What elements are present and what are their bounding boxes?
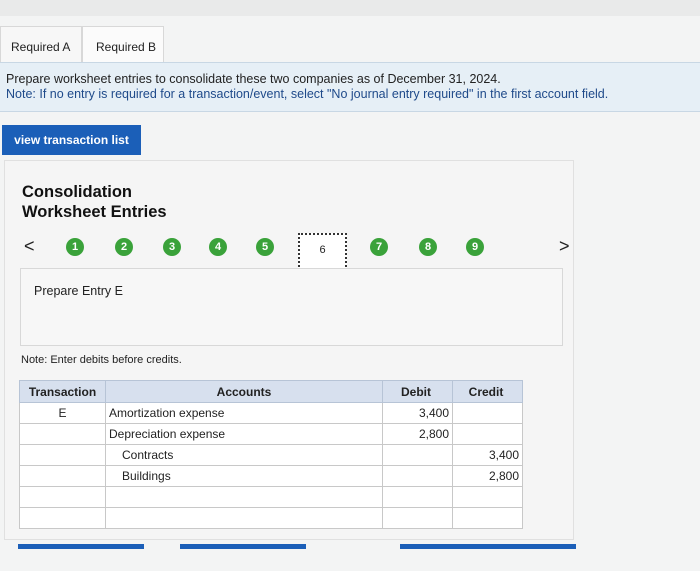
credit-input[interactable]: 2,800 xyxy=(452,465,523,487)
step-7[interactable]: 7 xyxy=(370,238,388,256)
step-1[interactable]: 1 xyxy=(66,238,84,256)
transaction-cell: E xyxy=(19,402,106,424)
nav-prev-icon[interactable]: < xyxy=(24,236,35,257)
nav-next-icon[interactable]: > xyxy=(559,236,570,257)
clear-entry-button-bar[interactable] xyxy=(180,544,306,549)
instructions-text: Prepare worksheet entries to consolidate… xyxy=(6,72,501,86)
step-8[interactable]: 8 xyxy=(419,238,437,256)
worksheet-table: Transaction Accounts Debit Credit E Amor… xyxy=(19,380,523,529)
transaction-cell xyxy=(19,507,106,529)
transaction-cell xyxy=(19,423,106,445)
step-3[interactable]: 3 xyxy=(163,238,181,256)
record-entry-button-bar[interactable] xyxy=(18,544,144,549)
credit-input[interactable] xyxy=(452,486,523,508)
transaction-cell xyxy=(19,444,106,466)
table-row xyxy=(19,486,523,508)
table-row: E Amortization expense 3,400 xyxy=(19,402,523,424)
account-select[interactable]: Contracts xyxy=(105,444,383,466)
instructions-banner: Prepare worksheet entries to consolidate… xyxy=(0,62,700,112)
account-select[interactable]: Depreciation expense xyxy=(105,423,383,445)
table-row xyxy=(19,507,523,529)
debit-input[interactable]: 2,800 xyxy=(382,423,453,445)
top-band xyxy=(0,0,700,16)
step-4[interactable]: 4 xyxy=(209,238,227,256)
credit-input[interactable] xyxy=(452,423,523,445)
header-transaction: Transaction xyxy=(19,380,106,403)
debit-credit-note: Note: Enter debits before credits. xyxy=(21,354,182,366)
panel-title: Consolidation Worksheet Entries xyxy=(22,182,167,222)
table-row: Depreciation expense 2,800 xyxy=(19,423,523,445)
instructions-note: Note: If no entry is required for a tran… xyxy=(6,87,609,101)
header-credit: Credit xyxy=(452,380,523,403)
entry-prompt-box xyxy=(20,268,563,346)
view-general-journal-button-bar[interactable] xyxy=(400,544,576,549)
step-6-current[interactable]: 6 xyxy=(298,233,347,271)
debit-input[interactable] xyxy=(382,444,453,466)
credit-input[interactable]: 3,400 xyxy=(452,444,523,466)
step-9[interactable]: 9 xyxy=(466,238,484,256)
table-row: Contracts 3,400 xyxy=(19,444,523,466)
debit-input[interactable] xyxy=(382,465,453,487)
header-accounts: Accounts xyxy=(105,380,383,403)
account-select[interactable]: Amortization expense xyxy=(105,402,383,424)
step-2[interactable]: 2 xyxy=(115,238,133,256)
account-select[interactable] xyxy=(105,507,383,529)
panel-title-line1: Consolidation xyxy=(22,183,132,201)
transaction-cell xyxy=(19,465,106,487)
credit-input[interactable] xyxy=(452,402,523,424)
debit-input[interactable] xyxy=(382,507,453,529)
view-transaction-list-button[interactable]: view transaction list xyxy=(2,125,141,155)
header-debit: Debit xyxy=(382,380,453,403)
transaction-cell xyxy=(19,486,106,508)
debit-input[interactable]: 3,400 xyxy=(382,402,453,424)
credit-input[interactable] xyxy=(452,507,523,529)
entry-label: Prepare Entry E xyxy=(34,284,123,298)
account-select[interactable] xyxy=(105,486,383,508)
account-select[interactable]: Buildings xyxy=(105,465,383,487)
table-row: Buildings 2,800 xyxy=(19,465,523,487)
step-5[interactable]: 5 xyxy=(256,238,274,256)
panel-title-line2: Worksheet Entries xyxy=(22,203,167,221)
debit-input[interactable] xyxy=(382,486,453,508)
